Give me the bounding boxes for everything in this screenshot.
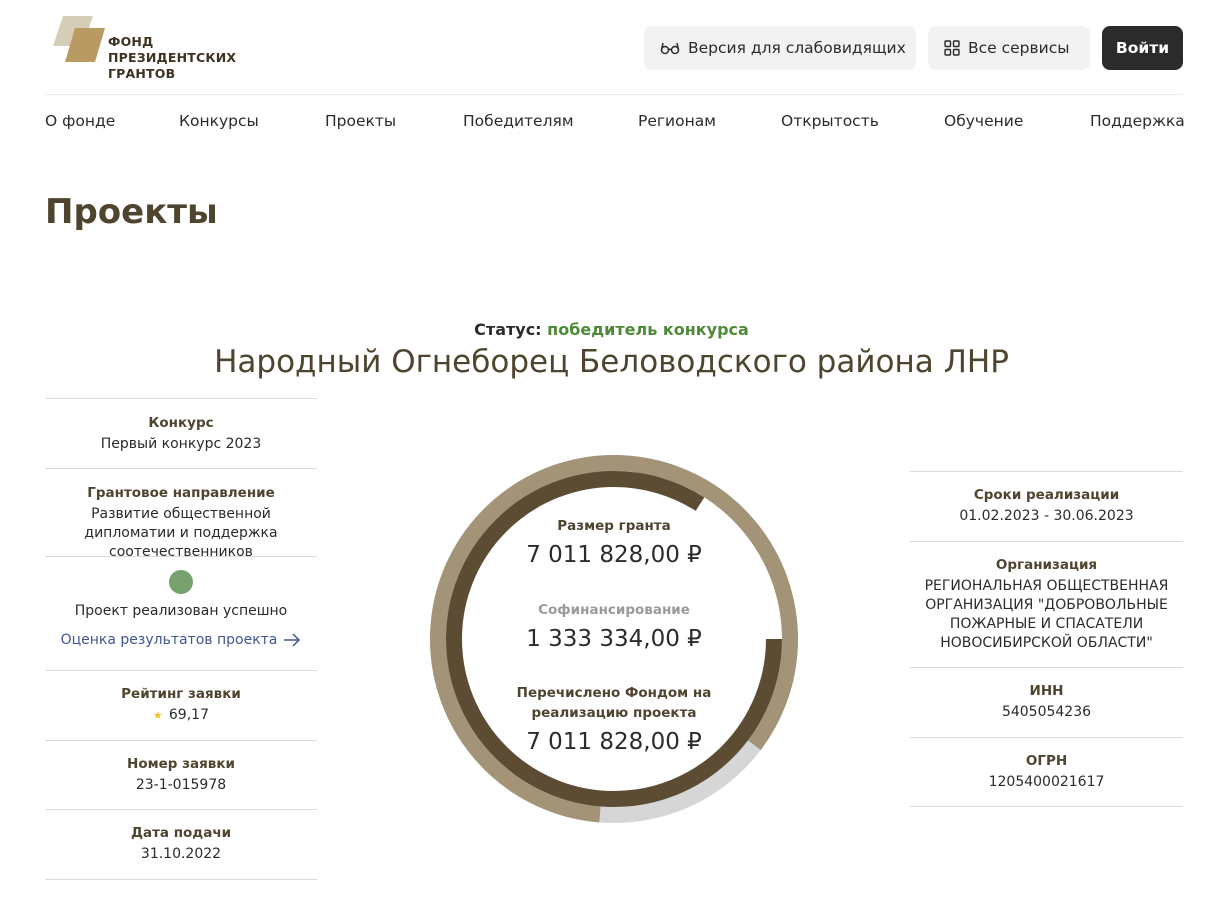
nav-item-support[interactable]: Поддержка bbox=[1090, 112, 1185, 130]
number-cell: Номер заявки 23-1-015978 bbox=[45, 740, 317, 809]
result-text: Проект реализован успешно bbox=[74, 603, 288, 619]
inn-value: 5405054236 bbox=[1001, 704, 1092, 720]
page-title: Проекты bbox=[45, 192, 218, 232]
transferred-label: Перечислено Фондом на реализацию проекта bbox=[516, 685, 712, 721]
header-divider bbox=[45, 94, 1183, 95]
result-cell: Проект реализован успешно Оценка результ… bbox=[45, 556, 317, 670]
period-cell: Сроки реализации 01.02.2023 - 30.06.2023 bbox=[910, 471, 1183, 541]
logo-text: ФОНД ПРЕЗИДЕНТСКИХ ГРАНТОВ bbox=[108, 34, 236, 82]
nav-item-winners[interactable]: Победителям bbox=[463, 112, 574, 130]
right-info-column: Сроки реализации 01.02.2023 - 30.06.2023… bbox=[910, 471, 1183, 807]
contest-label: Конкурс bbox=[148, 415, 214, 431]
all-services-label: Все сервисы bbox=[968, 39, 1070, 57]
grant-block: Размер гранта 7 011 828,00 ₽ bbox=[480, 516, 748, 568]
direction-cell: Грантовое направление Развитие обществен… bbox=[45, 468, 317, 560]
site-logo[interactable]: ФОНД ПРЕЗИДЕНТСКИХ ГРАНТОВ bbox=[53, 16, 253, 82]
transferred-block: Перечислено Фондом на реализацию проекта… bbox=[480, 683, 748, 755]
low-vision-button[interactable]: Версия для слабовидящих bbox=[644, 26, 916, 70]
logo-mark-icon bbox=[53, 16, 105, 62]
period-value: 01.02.2023 - 30.06.2023 bbox=[959, 508, 1134, 524]
contest-value: Первый конкурс 2023 bbox=[100, 436, 262, 452]
inn-label: ИНН bbox=[1029, 683, 1064, 699]
status-value: победитель конкурса bbox=[547, 320, 749, 339]
cofinancing-block: Софинансирование 1 333 334,00 ₽ bbox=[480, 600, 748, 652]
left-info-column: Конкурс Первый конкурс 2023 Грантовое на… bbox=[45, 398, 317, 880]
transferred-value: 7 011 828,00 ₽ bbox=[526, 729, 702, 755]
login-button[interactable]: Войти bbox=[1102, 26, 1183, 70]
cofinancing-value: 1 333 334,00 ₽ bbox=[526, 626, 702, 652]
nav-item-contests[interactable]: Конкурсы bbox=[179, 112, 259, 130]
date-label: Дата подачи bbox=[130, 825, 232, 841]
star-icon: ★ bbox=[153, 709, 163, 722]
inn-cell: ИНН 5405054236 bbox=[910, 667, 1183, 737]
rating-value: 69,17 bbox=[168, 707, 209, 723]
ogrn-cell: ОГРН 1205400021617 bbox=[910, 737, 1183, 807]
logo-line-1: ФОНД bbox=[108, 34, 154, 49]
cofinancing-label: Софинансирование bbox=[538, 602, 690, 618]
organization-label: Организация bbox=[995, 557, 1098, 573]
grant-label: Размер гранта bbox=[557, 518, 671, 534]
nav-item-openness[interactable]: Открытость bbox=[781, 112, 879, 130]
organization-value: РЕГИОНАЛЬНАЯ ОБЩЕСТВЕННАЯ ОРГАНИЗАЦИЯ "Д… bbox=[924, 578, 1169, 651]
logo-line-2: ПРЕЗИДЕНТСКИХ bbox=[108, 50, 237, 65]
nav-item-education[interactable]: Обучение bbox=[944, 112, 1023, 130]
nav-item-about[interactable]: О фонде bbox=[45, 112, 115, 130]
grid-icon bbox=[944, 40, 960, 56]
evaluation-link-label: Оценка результатов проекта bbox=[60, 632, 278, 648]
date-cell: Дата подачи 31.10.2022 bbox=[45, 809, 317, 880]
glasses-icon bbox=[660, 42, 680, 55]
contest-cell: Конкурс Первый конкурс 2023 bbox=[45, 398, 317, 468]
organization-cell: Организация РЕГИОНАЛЬНАЯ ОБЩЕСТВЕННАЯ ОР… bbox=[910, 541, 1183, 667]
low-vision-label: Версия для слабовидящих bbox=[688, 39, 906, 57]
nav-item-regions[interactable]: Регионам bbox=[638, 112, 716, 130]
all-services-button[interactable]: Все сервисы bbox=[928, 26, 1090, 70]
project-status: Статус: победитель конкурса bbox=[0, 320, 1223, 339]
logo-line-3: ГРАНТОВ bbox=[108, 66, 176, 81]
number-value: 23-1-015978 bbox=[135, 777, 227, 793]
date-value: 31.10.2022 bbox=[140, 846, 222, 862]
grant-value: 7 011 828,00 ₽ bbox=[526, 542, 702, 568]
number-label: Номер заявки bbox=[127, 756, 235, 772]
rating-cell: Рейтинг заявки ★ 69,17 bbox=[45, 670, 317, 740]
rating-label: Рейтинг заявки bbox=[121, 686, 241, 702]
nav-item-projects[interactable]: Проекты bbox=[325, 112, 396, 130]
direction-value: Развитие общественной дипломатии и подде… bbox=[84, 506, 278, 560]
ogrn-value: 1205400021617 bbox=[988, 774, 1105, 790]
period-label: Сроки реализации bbox=[973, 487, 1120, 503]
direction-label: Грантовое направление bbox=[87, 485, 275, 501]
project-title: Народный Огнеборец Беловодского района Л… bbox=[214, 344, 1009, 380]
status-label: Статус: bbox=[474, 320, 542, 339]
evaluation-link[interactable]: Оценка результатов проекта bbox=[61, 632, 302, 648]
arrow-right-icon bbox=[284, 633, 301, 647]
ogrn-label: ОГРН bbox=[1025, 753, 1068, 769]
success-status-dot bbox=[169, 570, 193, 594]
